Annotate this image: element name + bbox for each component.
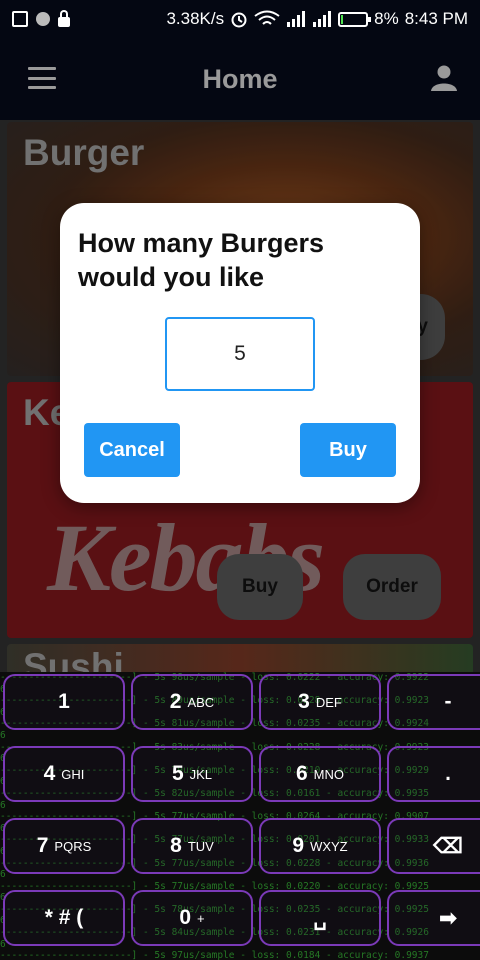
- page-title: Home: [202, 64, 278, 94]
- key-dot[interactable]: .: [387, 746, 480, 802]
- battery-percent: 8%: [374, 9, 399, 28]
- enter-key-label: ➡: [439, 906, 457, 930]
- status-bar: 3.38K/s 8% 8:43 PM: [0, 0, 480, 38]
- dialog-title: How many Burgers would you like: [78, 228, 325, 292]
- buy-button[interactable]: Buy: [300, 423, 396, 477]
- backspace-key[interactable]: ⌫: [387, 818, 480, 874]
- lock-icon: [58, 9, 70, 27]
- signal-icon: [287, 11, 306, 27]
- key-7-letters: PQRS: [54, 838, 92, 854]
- battery-level-fill: [341, 14, 344, 24]
- key-3[interactable]: 3 DEF: [259, 674, 381, 730]
- key-6-label: 6: [295, 762, 308, 785]
- key-7[interactable]: 7 PQRS: [3, 818, 125, 874]
- status-bar-left: [12, 9, 70, 27]
- app-bar: Home: [0, 38, 480, 120]
- quantity-dialog: How many Burgers would you like Cancel B…: [60, 203, 420, 503]
- key-symbols-label: * # (: [44, 906, 84, 929]
- key-4-label: 4: [43, 762, 56, 785]
- space-key[interactable]: ␣: [259, 890, 381, 946]
- key-9-label: 9: [292, 834, 305, 857]
- cancel-button[interactable]: Cancel: [84, 423, 180, 477]
- key-6-letters: MNO: [313, 766, 345, 782]
- enter-key[interactable]: ➡: [387, 890, 480, 946]
- key-3-label: 3: [298, 690, 310, 713]
- wifi-icon: [254, 10, 280, 25]
- backspace-key-label: ⌫: [433, 834, 463, 858]
- key-6[interactable]: 6 MNO: [259, 746, 381, 802]
- key-0[interactable]: 0 +: [131, 890, 253, 946]
- key-dot-label: .: [445, 762, 451, 785]
- key-5-label: 5: [171, 762, 184, 785]
- key-dash[interactable]: -: [387, 674, 480, 730]
- battery-icon: [338, 11, 372, 27]
- key-4[interactable]: 4 GHI: [3, 746, 125, 802]
- key-2-label: 2: [169, 690, 182, 713]
- image-icon: [12, 11, 28, 27]
- key-dash-label: -: [444, 690, 452, 713]
- key-2-letters: ABC: [187, 694, 215, 710]
- key-5-letters: JKL: [189, 766, 213, 782]
- key-2[interactable]: 2 ABC: [131, 674, 253, 730]
- quantity-input[interactable]: [165, 317, 315, 391]
- key-symbols[interactable]: * # (: [3, 890, 125, 946]
- key-8-letters: TUV: [187, 838, 214, 854]
- key-8[interactable]: 8 TUV: [131, 818, 253, 874]
- circle-icon: [36, 12, 50, 26]
- key-8-label: 8: [170, 834, 182, 857]
- key-4-letters: GHI: [61, 766, 85, 782]
- account-icon[interactable]: [430, 64, 458, 92]
- key-1[interactable]: 1: [3, 674, 125, 730]
- space-key-label: ␣: [313, 906, 327, 930]
- key-7-label: 7: [36, 834, 49, 857]
- key-0-letters: +: [197, 910, 205, 926]
- key-3-letters: DEF: [315, 694, 342, 710]
- key-9-letters: WXYZ: [310, 838, 348, 854]
- signal-icon: [313, 11, 332, 27]
- key-0-label: 0: [179, 906, 192, 929]
- key-9[interactable]: 9 WXYZ: [259, 818, 381, 874]
- alarm-icon: [231, 12, 247, 28]
- status-bar-right: 3.38K/s 8% 8:43 PM: [166, 9, 468, 29]
- network-speed: 3.38K/s: [166, 9, 225, 28]
- key-5[interactable]: 5 JKL: [131, 746, 253, 802]
- clock: 8:43 PM: [404, 9, 468, 28]
- numeric-keyboard: -----------------------] - 5s 98us/sampl…: [0, 672, 480, 960]
- key-1-label: 1: [58, 690, 70, 713]
